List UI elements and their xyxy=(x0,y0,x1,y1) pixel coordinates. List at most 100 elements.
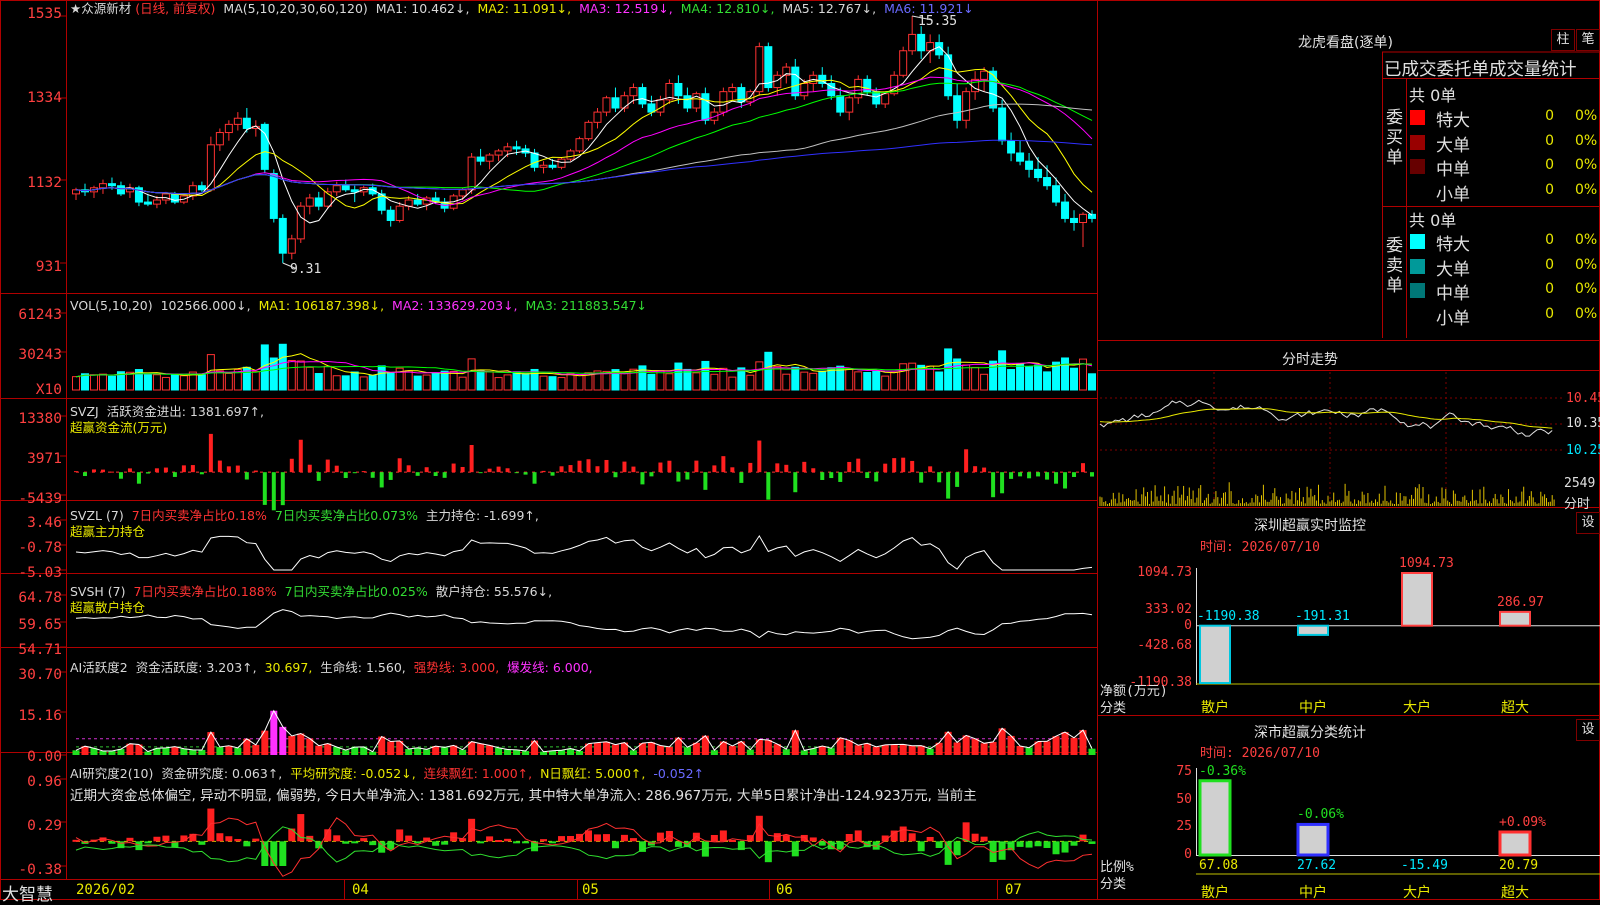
svzj-bar xyxy=(1000,472,1005,494)
svzj-value: 活跃资金进出: 1381.697↑, xyxy=(106,404,265,419)
vol-tick-2: 30243 xyxy=(18,347,62,363)
ai1-bar xyxy=(324,743,332,755)
svzj-bar xyxy=(658,462,663,473)
monitor-ytick-2: 0 xyxy=(1184,617,1192,633)
ai2-legend: AI研究度2(10) 资金研究度: 0.063↑, 平均研究度: -0.052↓… xyxy=(70,766,708,782)
candle-body xyxy=(962,91,971,121)
svzj-bar xyxy=(955,472,960,487)
outer-frame xyxy=(0,0,1600,900)
candle-body xyxy=(755,46,764,93)
svzj-bar xyxy=(91,469,96,473)
buy-order-row-2: 中单 0 0% xyxy=(1410,155,1600,180)
ai2-bar xyxy=(342,841,350,844)
ai2-bar xyxy=(396,829,404,842)
svzj-bar xyxy=(1018,472,1023,477)
svzj-bar xyxy=(784,464,789,473)
candle-body xyxy=(161,193,170,201)
svzj-bar xyxy=(496,466,501,473)
ai1-bar xyxy=(1052,736,1060,755)
volume-bar xyxy=(98,373,107,391)
ai1-bar xyxy=(441,747,449,755)
svzj-tick-3: -5439 xyxy=(18,491,62,507)
ai1-bar xyxy=(863,743,871,755)
class-top-label-3: +0.09% xyxy=(1499,814,1546,830)
ai1-bar xyxy=(854,745,862,755)
ai1-bar xyxy=(791,730,799,755)
svzj-bar xyxy=(1009,472,1014,479)
volume-bar xyxy=(647,373,656,391)
ma2-value: MA2: 11.091↓, xyxy=(477,1,572,16)
volume-bar xyxy=(944,348,953,391)
svzj-bar xyxy=(586,459,591,473)
intraday-tick-2: 10.35 xyxy=(1566,416,1600,431)
buy-order-label: 小单 xyxy=(1436,184,1470,205)
sell-order-percent: 0% xyxy=(1575,281,1598,297)
svzl-tick-1: 3.46 xyxy=(27,515,62,531)
svsh-tick-1: 64.78 xyxy=(18,590,62,606)
ai1-bar xyxy=(387,741,395,755)
buy-order-value: 0 xyxy=(1545,157,1554,173)
buy-order-swatch xyxy=(1410,134,1425,150)
ai1-bar xyxy=(180,748,188,755)
candle-body xyxy=(1016,152,1025,162)
class-ytick-2: 25 xyxy=(1176,819,1192,835)
x-tick-jul: 07 xyxy=(1005,882,1022,898)
candle-body xyxy=(629,87,638,97)
buy-order-label: 大单 xyxy=(1436,135,1470,156)
sell-order-percent: 0% xyxy=(1575,305,1598,322)
svzj-bar xyxy=(397,458,402,473)
class-settings-button[interactable]: 设 xyxy=(1576,719,1600,741)
chart-mode[interactable]: (日线, 前复权) xyxy=(135,1,215,16)
bar-mode-button[interactable]: 柱 xyxy=(1551,29,1575,51)
svzj-bar xyxy=(532,472,537,484)
svzj-bar xyxy=(820,472,825,480)
tick-mode-button[interactable]: 笔 xyxy=(1576,29,1600,51)
ai2-b: 平均研究度: -0.052↓, xyxy=(290,766,416,781)
svzj-bar xyxy=(523,472,528,475)
ai1-bar xyxy=(917,745,925,755)
svzj-bar xyxy=(1090,472,1094,477)
svzj-bar xyxy=(865,472,870,479)
sell-order-label: 中单 xyxy=(1436,284,1470,304)
candle-body xyxy=(278,217,287,254)
volume-bar xyxy=(971,366,980,391)
buy-order-swatch xyxy=(1410,159,1425,174)
stock-name[interactable]: ★众源新材 xyxy=(70,1,131,16)
svzj-bar xyxy=(757,440,762,473)
ai2-bar xyxy=(1016,841,1024,847)
brand-logo[interactable]: 大智慧 xyxy=(2,880,53,905)
ai1-bar xyxy=(162,747,170,755)
ai1-bar xyxy=(297,733,305,755)
candle-body xyxy=(350,189,359,193)
ai1-bar xyxy=(189,749,197,755)
ai1-bar xyxy=(656,745,664,755)
ai1-bar xyxy=(683,747,691,755)
volume-bar xyxy=(503,374,512,391)
ai2-bar xyxy=(234,838,242,842)
ai2-bar xyxy=(1070,841,1078,846)
ai1-bar xyxy=(378,736,386,755)
volume-bar xyxy=(926,365,935,391)
ai2-bar xyxy=(791,841,799,857)
chart-canvas xyxy=(0,0,1600,900)
buy-order-row-3: 小单 0 0% xyxy=(1410,180,1600,205)
monitor-settings-button[interactable]: 设 xyxy=(1576,512,1600,534)
intraday-avg-line xyxy=(1099,408,1553,429)
volume-bar xyxy=(539,375,548,391)
class-ytick-1: 50 xyxy=(1176,791,1192,807)
svzj-bar xyxy=(478,472,483,474)
ai1-bar xyxy=(459,749,467,755)
intraday-tick-3: 10.25 xyxy=(1566,443,1600,458)
volume-bar xyxy=(377,365,386,391)
svzj-bar xyxy=(514,472,519,474)
svsh-c: 散户持仓: 55.576↓, xyxy=(435,584,553,599)
volume-bar xyxy=(143,374,152,391)
svzj-bar xyxy=(901,457,906,473)
ai1-bar xyxy=(827,748,835,755)
monitor-value-1: -191.31 xyxy=(1295,608,1350,624)
high-annotation: 15.35 xyxy=(918,14,958,29)
svzj-bar xyxy=(460,466,465,473)
ai2-bar xyxy=(611,841,619,849)
svzj-bar xyxy=(892,458,897,473)
candle-body xyxy=(980,70,989,80)
